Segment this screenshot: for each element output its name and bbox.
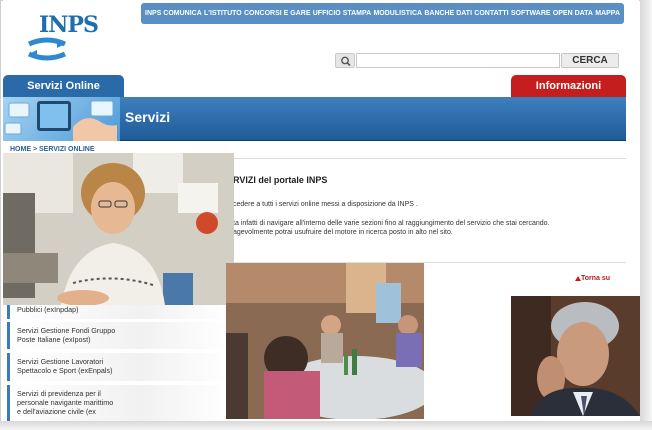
service-item-line: Servizi Gestione Lavoratori bbox=[17, 357, 104, 366]
service-item-poste[interactable]: Servizi Gestione Fondi Gruppo Poste Ital… bbox=[7, 322, 229, 349]
service-item-enpals[interactable]: Servizi Gestione Lavoratori Spettacolo e… bbox=[7, 353, 229, 381]
banner-illustration bbox=[3, 97, 120, 141]
inps-logo[interactable]: INPS bbox=[17, 4, 99, 66]
service-item-navigante[interactable]: Servizi di previdenza per il personale n… bbox=[7, 385, 229, 421]
content-paragraph-1: cedere a tutti i servizi online messi a … bbox=[233, 201, 418, 208]
search-input[interactable] bbox=[356, 53, 560, 68]
nav-item-istituto[interactable]: L'ISTITUTO bbox=[204, 10, 242, 17]
breadcrumb: HOME > SERVIZI ONLINE bbox=[10, 146, 95, 153]
nav-item-inps-comunica[interactable]: INPS COMUNICA bbox=[145, 10, 202, 17]
service-item-line: e dell'aviazione civile (ex bbox=[17, 407, 96, 416]
service-item-line: Spettacolo e Sport (exEnpals) bbox=[17, 366, 113, 375]
service-item-line: personale navigante marittimo bbox=[17, 398, 114, 407]
back-to-top-link[interactable]: Torna su bbox=[581, 275, 610, 282]
service-item-line: Pubblici (exInpdap) bbox=[17, 305, 79, 314]
tab-informazioni[interactable]: Informazioni bbox=[511, 75, 626, 97]
nav-item-mappa[interactable]: MAPPA bbox=[595, 10, 620, 17]
search-icon bbox=[341, 56, 351, 67]
man-portrait-image bbox=[511, 296, 640, 416]
tab-servizi-online[interactable]: Servizi Online bbox=[3, 75, 124, 97]
service-item-line: Poste Italiane (exIpost) bbox=[17, 335, 91, 344]
service-item-inpdap[interactable]: Pubblici (exInpdap) bbox=[7, 305, 229, 319]
top-navigation: INPS COMUNICA L'ISTITUTO CONCORSI E GARE… bbox=[141, 3, 624, 24]
logo-text: INPS bbox=[39, 12, 99, 38]
search-button[interactable]: CERCA bbox=[561, 53, 619, 68]
nav-item-contatti[interactable]: CONTATTI bbox=[474, 10, 508, 17]
photo-man-portrait bbox=[511, 296, 640, 416]
nav-item-open-data[interactable]: OPEN DATA bbox=[553, 10, 593, 17]
group-dinner-image bbox=[226, 263, 424, 419]
woman-office-image bbox=[3, 153, 234, 305]
nav-item-ufficio-stampa[interactable]: UFFICIO STAMPA bbox=[313, 10, 371, 17]
photo-group-dinner bbox=[226, 263, 424, 419]
photo-woman-office bbox=[3, 153, 234, 305]
breadcrumb-home[interactable]: HOME bbox=[10, 146, 31, 153]
services-list: Pubblici (exInpdap) Servizi Gestione Fon… bbox=[7, 305, 229, 421]
nav-item-concorsi-gare[interactable]: CONCORSI E GARE bbox=[244, 10, 311, 17]
breadcrumb-current: SERVIZI ONLINE bbox=[39, 146, 95, 153]
frame-bottom-shadow bbox=[0, 421, 652, 430]
nav-item-modulistica[interactable]: MODULISTICA bbox=[373, 10, 422, 17]
content-paragraph-3: agevolmente potrai usufruire del motore … bbox=[233, 229, 453, 236]
service-item-line: Servizi di previdenza per il bbox=[17, 389, 101, 398]
service-item-line: Servizi Gestione Fondi Gruppo bbox=[17, 326, 116, 335]
page-title: Servizi bbox=[125, 109, 171, 125]
banner-devices-illustration bbox=[4, 100, 117, 141]
content-paragraph-2: ta infatti di navigare all'interno delle… bbox=[233, 220, 550, 227]
content-heading: RVIZI del portale INPS bbox=[233, 175, 328, 185]
nav-item-banche-dati[interactable]: BANCHE DATI bbox=[424, 10, 472, 17]
search-icon-button[interactable] bbox=[335, 53, 355, 68]
frame-right-shadow bbox=[640, 0, 652, 430]
nav-item-software[interactable]: SOFTWARE bbox=[511, 10, 551, 17]
breadcrumb-separator: > bbox=[32, 146, 38, 153]
